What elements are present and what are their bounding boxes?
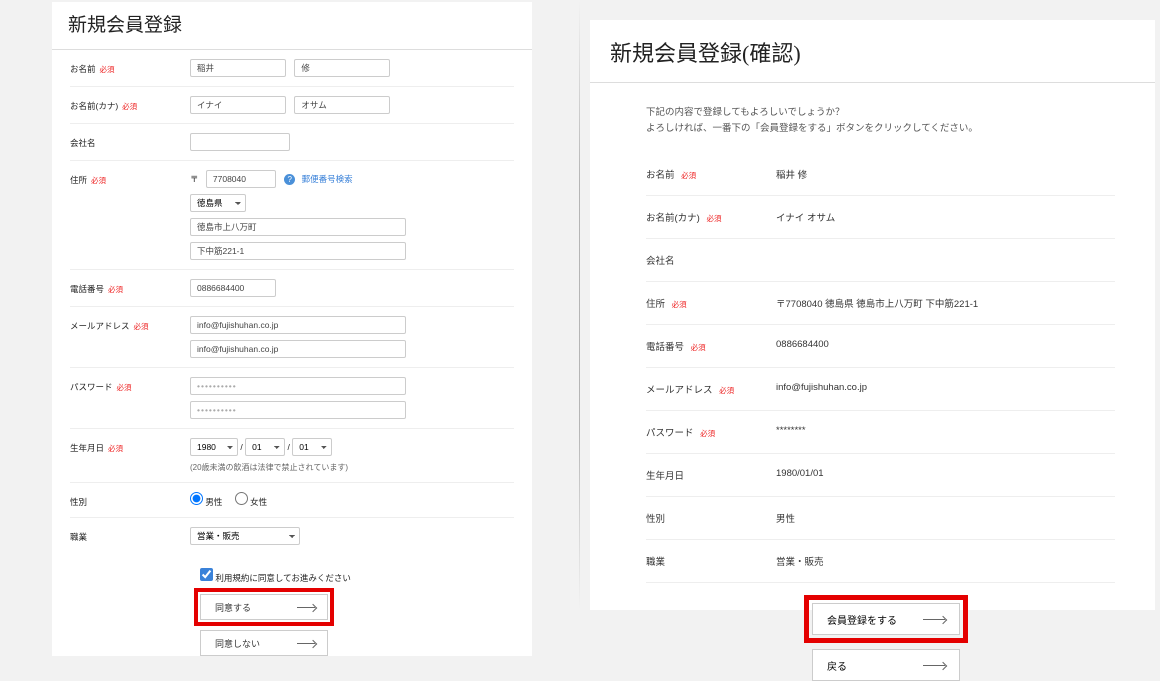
- agree-label: 利用規約に同意してお進みください: [215, 573, 351, 583]
- birth-month-select[interactable]: 01: [245, 438, 285, 456]
- birth-year-select[interactable]: 1980: [190, 438, 238, 456]
- page-title-confirm: 新規会員登録(確認): [590, 20, 1155, 83]
- birth-day-select[interactable]: 01: [292, 438, 332, 456]
- cval-address: 〒7708040 徳島県 徳島市上八万町 下中筋221-1: [776, 296, 1115, 310]
- required-badge: 必須: [691, 343, 706, 352]
- zip-prefix: 〒: [190, 174, 199, 184]
- pref-select[interactable]: 徳島県: [190, 194, 246, 212]
- register-form: お名前必須 お名前(カナ)必須 会社名 住所必須: [52, 50, 532, 656]
- name-sei-input[interactable]: [190, 59, 286, 77]
- confirm-note: 下記の内容で登録してもよろしいでしょうか？ よろしければ、一番下の「会員登録をす…: [590, 83, 1155, 153]
- clabel-gender: 性別: [646, 514, 665, 525]
- required-badge: 必須: [108, 444, 123, 453]
- required-badge: 必須: [681, 171, 696, 180]
- cval-name: 稲井 修: [776, 167, 1115, 181]
- clabel-address: 住所: [646, 299, 665, 310]
- job-select[interactable]: 営業・販売: [190, 527, 300, 545]
- clabel-company: 会社名: [646, 256, 675, 267]
- kana-sei-input[interactable]: [190, 96, 286, 114]
- kana-mei-input[interactable]: [294, 96, 390, 114]
- required-badge: 必須: [122, 102, 137, 111]
- required-badge: 必須: [672, 300, 687, 309]
- arrow-right-icon: [297, 607, 315, 608]
- password-input[interactable]: [190, 377, 406, 395]
- clabel-email: メールアドレス: [646, 385, 713, 396]
- label-email: メールアドレス: [70, 321, 130, 331]
- address1-input[interactable]: [190, 218, 406, 236]
- label-name: お名前: [70, 64, 96, 74]
- label-phone: 電話番号: [70, 284, 104, 294]
- label-address: 住所: [70, 175, 87, 185]
- required-badge: 必須: [706, 214, 721, 223]
- required-badge: 必須: [100, 65, 115, 74]
- required-badge: 必須: [108, 285, 123, 294]
- arrow-right-icon: [297, 643, 315, 644]
- cval-password: ********: [776, 425, 1115, 439]
- label-birth: 生年月日: [70, 443, 104, 453]
- required-badge: 必須: [700, 429, 715, 438]
- gender-female-radio[interactable]: [235, 492, 248, 505]
- agree-row: 利用規約に同意してお進みください: [70, 554, 514, 594]
- cval-email: info@fujishuhan.co.jp: [776, 382, 1115, 396]
- birth-note: (20歳未満の飲酒は法律で禁止されています): [190, 462, 514, 473]
- page-title: 新規会員登録: [52, 2, 532, 50]
- clabel-birth: 生年月日: [646, 471, 684, 482]
- clabel-name: お名前: [646, 170, 675, 181]
- cval-birth: 1980/01/01: [776, 468, 1115, 482]
- label-name-kana: お名前(カナ): [70, 101, 118, 111]
- clabel-password: パスワード: [646, 428, 694, 439]
- name-mei-input[interactable]: [294, 59, 390, 77]
- label-gender: 性別: [70, 497, 87, 507]
- gender-male-radio[interactable]: [190, 492, 203, 505]
- cval-job: 営業・販売: [776, 554, 1115, 568]
- cval-phone: 0886684400: [776, 339, 1115, 353]
- required-badge: 必須: [134, 322, 149, 331]
- disagree-button[interactable]: 同意しない: [200, 630, 328, 656]
- required-badge: 必須: [91, 176, 106, 185]
- required-badge: 必須: [719, 386, 734, 395]
- confirm-table: お名前 必須 稲井 修 お名前(カナ) 必須 イナイ オサム 会社名 住所 必須…: [590, 153, 1155, 583]
- cval-gender: 男性: [776, 511, 1115, 525]
- arrow-right-icon: [923, 665, 945, 666]
- email-input[interactable]: [190, 316, 406, 334]
- clabel-job: 職業: [646, 557, 665, 568]
- zip-search-link[interactable]: 郵便番号検索: [302, 174, 353, 184]
- address2-input[interactable]: [190, 242, 406, 260]
- phone-input[interactable]: [190, 279, 276, 297]
- clabel-phone: 電話番号: [646, 342, 684, 353]
- agree-checkbox[interactable]: [200, 568, 213, 581]
- email-confirm-input[interactable]: [190, 340, 406, 358]
- back-button[interactable]: 戻る: [812, 649, 960, 681]
- zip-input[interactable]: [206, 170, 276, 188]
- help-icon[interactable]: ?: [284, 174, 295, 185]
- company-input[interactable]: [190, 133, 290, 151]
- label-company: 会社名: [70, 138, 96, 148]
- register-button[interactable]: 会員登録をする: [812, 603, 960, 635]
- password-confirm-input[interactable]: [190, 401, 406, 419]
- cval-company: [776, 253, 1115, 267]
- arrow-right-icon: [923, 619, 945, 620]
- label-job: 職業: [70, 532, 87, 542]
- label-password: パスワード: [70, 382, 113, 392]
- agree-button[interactable]: 同意する: [200, 594, 328, 620]
- cval-name-kana: イナイ オサム: [776, 210, 1115, 224]
- clabel-name-kana: お名前(カナ): [646, 213, 700, 224]
- required-badge: 必須: [117, 383, 132, 392]
